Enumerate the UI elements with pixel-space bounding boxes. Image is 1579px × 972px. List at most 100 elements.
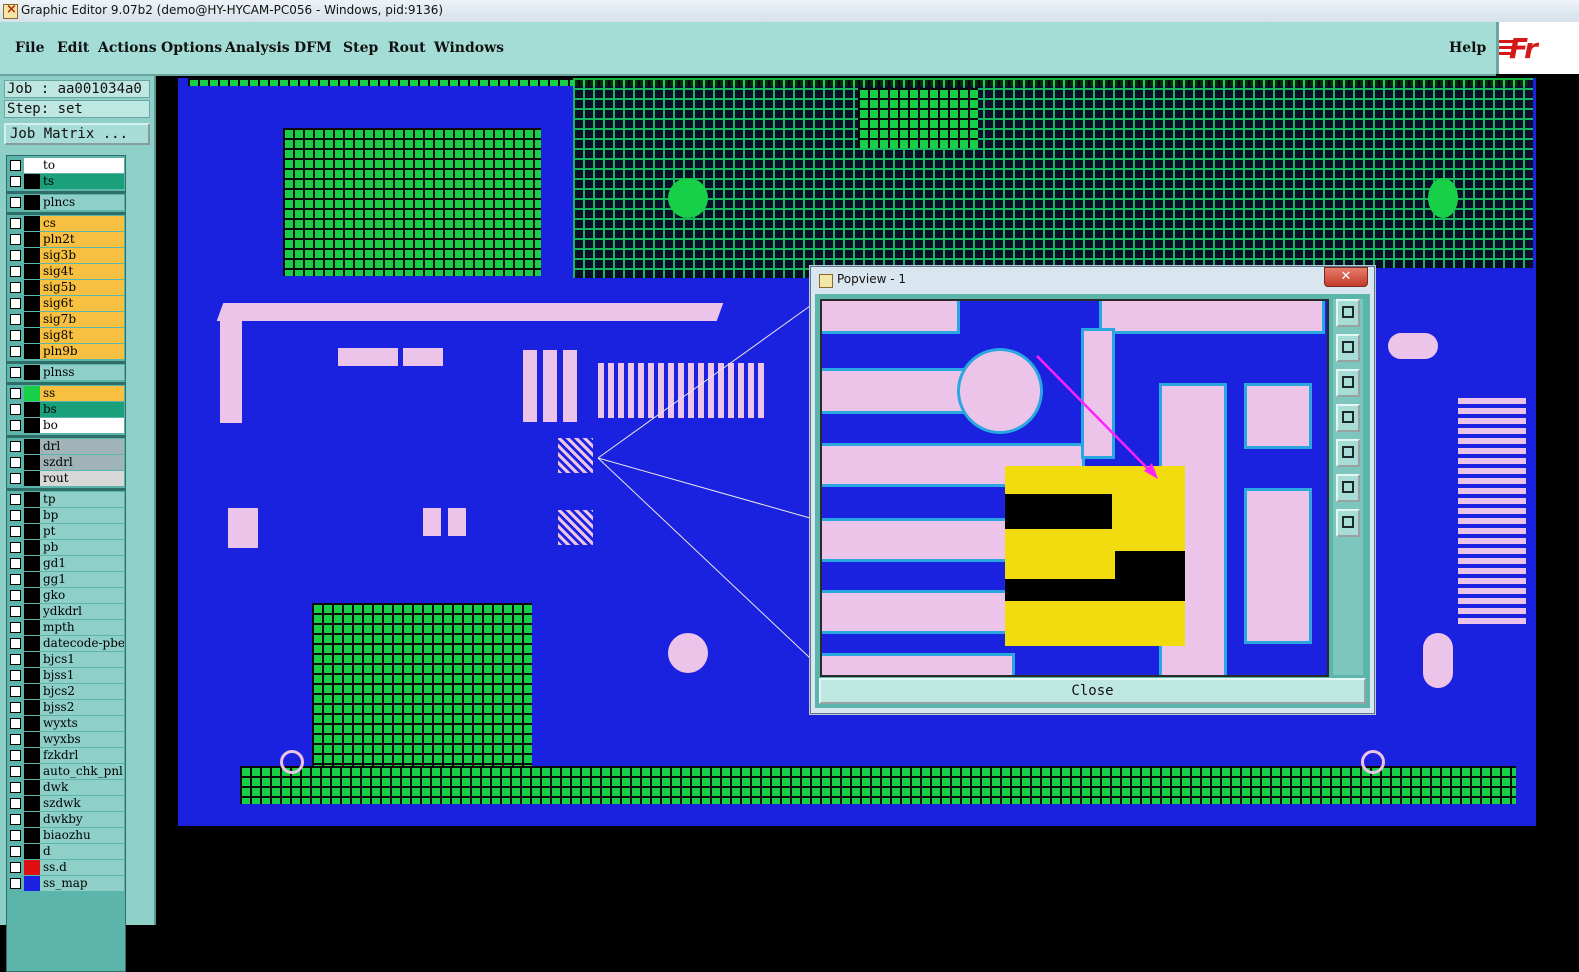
layer-row-ydkdrl[interactable]: ydkdrl — [7, 604, 125, 619]
layer-color-swatch[interactable] — [24, 668, 40, 683]
layer-row-plnss[interactable]: plnss — [7, 365, 125, 380]
layer-checkbox[interactable] — [10, 314, 21, 325]
layer-name[interactable]: d — [40, 844, 124, 859]
layer-row-bjcs2[interactable]: bjcs2 — [7, 684, 125, 699]
layer-name[interactable]: ts — [40, 174, 124, 189]
layer-name[interactable]: pt — [40, 524, 124, 539]
layer-color-swatch[interactable] — [24, 195, 40, 210]
layer-color-swatch[interactable] — [24, 780, 40, 795]
layer-name[interactable]: dwkby — [40, 812, 124, 827]
layer-checkbox[interactable] — [10, 266, 21, 277]
layer-name[interactable]: gg1 — [40, 572, 124, 587]
menu-dfm[interactable]: DFM — [294, 40, 332, 56]
tool-pan-right-icon[interactable] — [1336, 439, 1360, 467]
layer-name[interactable]: biaozhu — [40, 828, 124, 843]
layer-name[interactable]: mpth — [40, 620, 124, 635]
layer-name[interactable]: sig3b — [40, 248, 124, 263]
layer-checkbox[interactable] — [10, 574, 21, 585]
layer-color-swatch[interactable] — [24, 812, 40, 827]
layer-name[interactable]: wyxts — [40, 716, 124, 731]
tool-zoom-in-icon[interactable] — [1336, 474, 1360, 502]
layer-checkbox[interactable] — [10, 197, 21, 208]
layer-color-swatch[interactable] — [24, 328, 40, 343]
layer-checkbox[interactable] — [10, 298, 21, 309]
layer-row-gd1[interactable]: gd1 — [7, 556, 125, 571]
layer-checkbox[interactable] — [10, 862, 21, 873]
layer-name[interactable]: szdrl — [40, 455, 124, 470]
layer-row-fzkdrl[interactable]: fzkdrl — [7, 748, 125, 763]
layer-row-tp[interactable]: tp — [7, 492, 125, 507]
menu-help[interactable]: Help — [1449, 40, 1486, 56]
layer-color-swatch[interactable] — [24, 556, 40, 571]
layer-row-gko[interactable]: gko — [7, 588, 125, 603]
layer-color-swatch[interactable] — [24, 232, 40, 247]
layer-color-swatch[interactable] — [24, 216, 40, 231]
layer-checkbox[interactable] — [10, 590, 21, 601]
layer-name[interactable]: bp — [40, 508, 124, 523]
layer-row-gg1[interactable]: gg1 — [7, 572, 125, 587]
layer-name[interactable]: bo — [40, 418, 124, 433]
layer-checkbox[interactable] — [10, 734, 21, 745]
layer-row-ss[interactable]: ss — [7, 386, 125, 401]
layer-checkbox[interactable] — [10, 638, 21, 649]
layer-color-swatch[interactable] — [24, 620, 40, 635]
job-matrix-button[interactable]: Job Matrix ... — [4, 123, 150, 145]
layer-row-sig3b[interactable]: sig3b — [7, 248, 125, 263]
layer-name[interactable]: wyxbs — [40, 732, 124, 747]
layer-row-pb[interactable]: pb — [7, 540, 125, 555]
layer-name[interactable]: plnss — [40, 365, 124, 380]
tool-zoom-fit-icon[interactable] — [1336, 299, 1360, 327]
layer-checkbox[interactable] — [10, 750, 21, 761]
layer-row-ts[interactable]: ts — [7, 174, 125, 189]
layer-name[interactable]: pln9b — [40, 344, 124, 359]
layer-checkbox[interactable] — [10, 494, 21, 505]
layer-row-d[interactable]: d — [7, 844, 125, 859]
layer-name[interactable]: gd1 — [40, 556, 124, 571]
menu-rout[interactable]: Rout — [388, 40, 426, 56]
layer-name[interactable]: sig4t — [40, 264, 124, 279]
layer-color-swatch[interactable] — [24, 700, 40, 715]
menu-edit[interactable]: Edit — [57, 40, 89, 56]
layer-row-biaozhu[interactable]: biaozhu — [7, 828, 125, 843]
layer-checkbox[interactable] — [10, 404, 21, 415]
layer-name[interactable]: bjss2 — [40, 700, 124, 715]
menu-analysis[interactable]: Analysis — [225, 40, 290, 56]
layer-name[interactable]: bjcs2 — [40, 684, 124, 699]
layer-row-auto_chk_pnl[interactable]: auto_chk_pnl — [7, 764, 125, 779]
layer-name[interactable]: datecode-pbe — [40, 636, 124, 651]
layer-checkbox[interactable] — [10, 388, 21, 399]
layer-color-swatch[interactable] — [24, 604, 40, 619]
layer-color-swatch[interactable] — [24, 264, 40, 279]
layer-color-swatch[interactable] — [24, 572, 40, 587]
layer-color-swatch[interactable] — [24, 492, 40, 507]
layer-name[interactable]: bs — [40, 402, 124, 417]
menu-windows[interactable]: Windows — [434, 40, 504, 56]
popview-close-button[interactable]: Close — [819, 678, 1366, 704]
layer-checkbox[interactable] — [10, 250, 21, 261]
layer-row-sig6t[interactable]: sig6t — [7, 296, 125, 311]
layer-name[interactable]: auto_chk_pnl — [40, 764, 124, 779]
menu-options[interactable]: Options — [161, 40, 222, 56]
layer-name[interactable]: to — [40, 158, 124, 173]
layer-checkbox[interactable] — [10, 846, 21, 857]
layer-color-swatch[interactable] — [24, 540, 40, 555]
tool-pan-down-icon[interactable] — [1336, 369, 1360, 397]
layer-checkbox[interactable] — [10, 622, 21, 633]
layer-color-swatch[interactable] — [24, 652, 40, 667]
layer-row-bs[interactable]: bs — [7, 402, 125, 417]
layer-color-swatch[interactable] — [24, 174, 40, 189]
layer-color-swatch[interactable] — [24, 684, 40, 699]
layer-name[interactable]: rout — [40, 471, 124, 486]
layer-color-swatch[interactable] — [24, 344, 40, 359]
layer-checkbox[interactable] — [10, 878, 21, 889]
layer-name[interactable]: sig5b — [40, 280, 124, 295]
menu-step[interactable]: Step — [343, 40, 378, 56]
layer-name[interactable]: sig6t — [40, 296, 124, 311]
layer-color-swatch[interactable] — [24, 280, 40, 295]
layer-checkbox[interactable] — [10, 218, 21, 229]
layer-color-swatch[interactable] — [24, 471, 40, 486]
layer-row-wyxts[interactable]: wyxts — [7, 716, 125, 731]
layer-name[interactable]: sig7b — [40, 312, 124, 327]
layer-checkbox[interactable] — [10, 473, 21, 484]
layer-row-szdwk[interactable]: szdwk — [7, 796, 125, 811]
